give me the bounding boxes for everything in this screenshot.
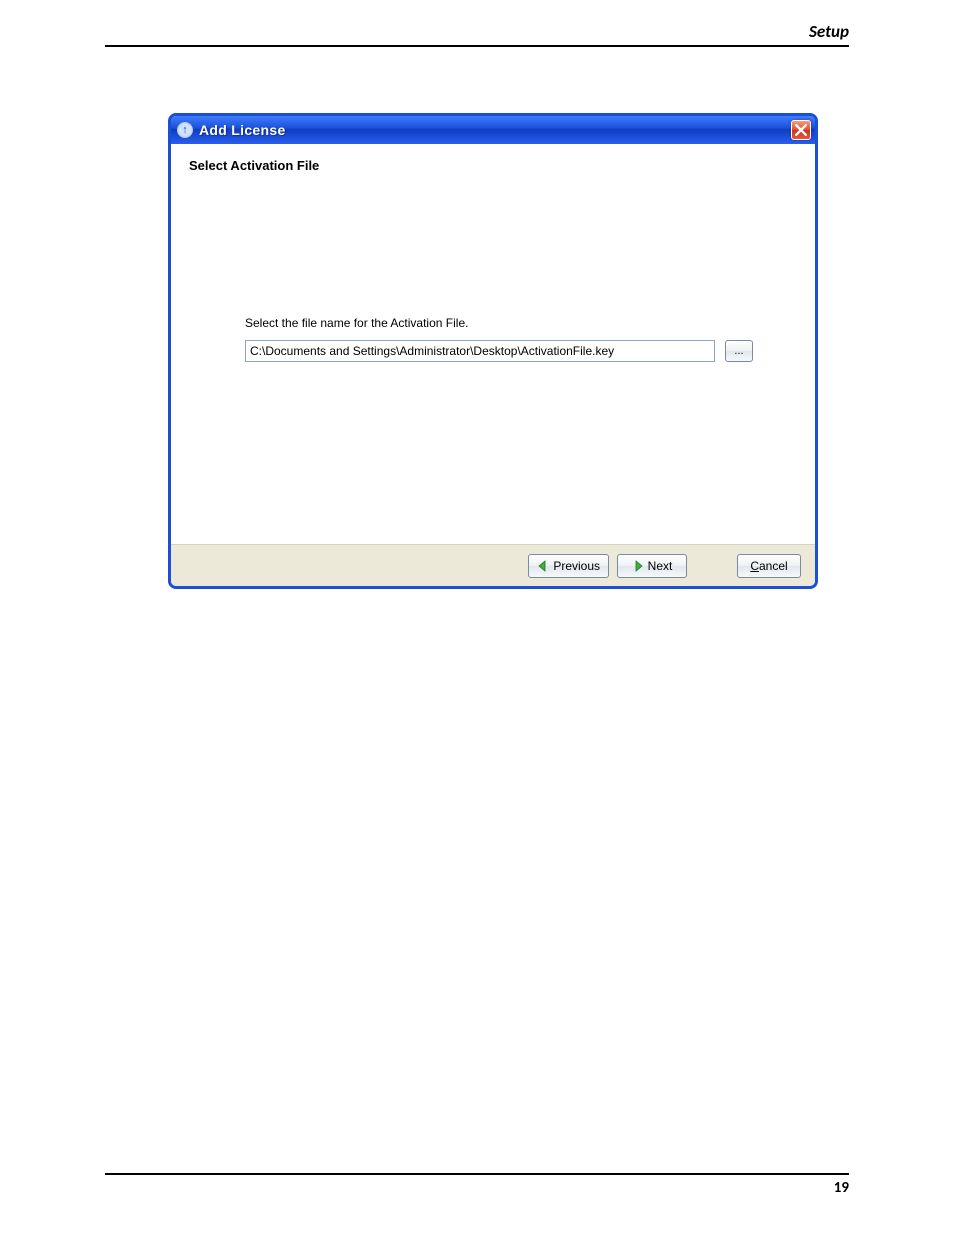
cancel-button-label: Cancel: [750, 559, 787, 573]
cancel-button[interactable]: Cancel: [737, 554, 801, 578]
dialog-titlebar[interactable]: ↑ Add License: [171, 116, 815, 144]
close-button[interactable]: [791, 120, 811, 140]
previous-button-label: Previous: [553, 559, 600, 573]
browse-button[interactable]: ...: [725, 340, 753, 362]
next-button[interactable]: Next: [617, 554, 687, 578]
dialog-button-bar: Previous Next Cancel: [171, 544, 815, 586]
close-icon: [795, 124, 807, 136]
dialog-title: Add License: [199, 122, 791, 138]
arrow-right-icon: [632, 560, 644, 572]
header-rule: [105, 45, 849, 47]
footer-rule: [105, 1173, 849, 1175]
file-path-row: ...: [245, 340, 753, 362]
page-header-label: Setup: [809, 21, 849, 42]
dialog-heading: Select Activation File: [171, 144, 815, 173]
previous-button[interactable]: Previous: [528, 554, 609, 578]
page-number: 19: [834, 1179, 849, 1197]
instruction-text: Select the file name for the Activation …: [245, 316, 468, 330]
add-license-dialog: ↑ Add License Select Activation File Sel…: [168, 113, 818, 589]
dialog-app-icon: ↑: [177, 122, 193, 138]
next-button-label: Next: [648, 559, 673, 573]
activation-file-path-input[interactable]: [245, 340, 715, 362]
dialog-body: Select Activation File Select the file n…: [171, 144, 815, 544]
arrow-left-icon: [537, 560, 549, 572]
page-footer: 19: [105, 1173, 849, 1175]
